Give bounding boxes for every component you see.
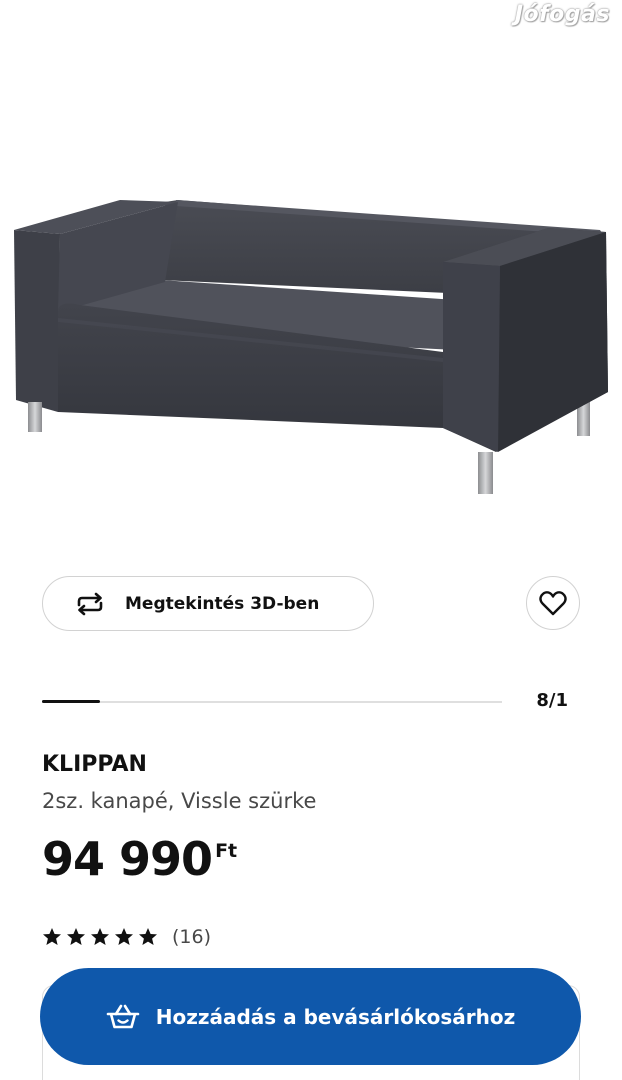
star-icon	[139, 928, 157, 945]
view-3d-button[interactable]: Megtekintés 3D-ben	[42, 576, 374, 631]
product-name: KLIPPAN	[42, 752, 147, 777]
favorite-button[interactable]	[526, 576, 580, 630]
rating[interactable]: (16)	[42, 926, 211, 948]
gallery-counter: 8/1	[536, 690, 568, 711]
rating-count: (16)	[172, 926, 212, 948]
sofa-illustration	[14, 200, 608, 494]
add-to-cart-button[interactable]: Hozzáadás a bevásárlókosárhoz	[40, 968, 581, 1065]
product-description: 2sz. kanapé, Vissle szürke	[42, 789, 317, 813]
rotate-arrows-icon	[73, 592, 107, 616]
gallery-progress-indicator	[42, 700, 100, 703]
product-image[interactable]	[0, 0, 622, 560]
star-icon	[67, 928, 85, 945]
star-icon	[91, 928, 109, 945]
gallery-progress-bar	[42, 700, 502, 703]
price-currency: Ft	[215, 840, 238, 862]
price-amount: 94 990	[42, 832, 213, 886]
star-icon	[43, 928, 61, 945]
heart-icon	[538, 589, 568, 617]
watermark-logo: Jófogás	[514, 2, 610, 27]
price: 94 990 Ft	[42, 836, 237, 882]
star-icon	[115, 928, 133, 945]
basket-icon	[106, 1003, 140, 1031]
rating-stars	[42, 927, 158, 947]
view-3d-label: Megtekintés 3D-ben	[125, 593, 320, 614]
add-to-cart-label: Hozzáadás a bevásárlókosárhoz	[155, 1004, 516, 1029]
